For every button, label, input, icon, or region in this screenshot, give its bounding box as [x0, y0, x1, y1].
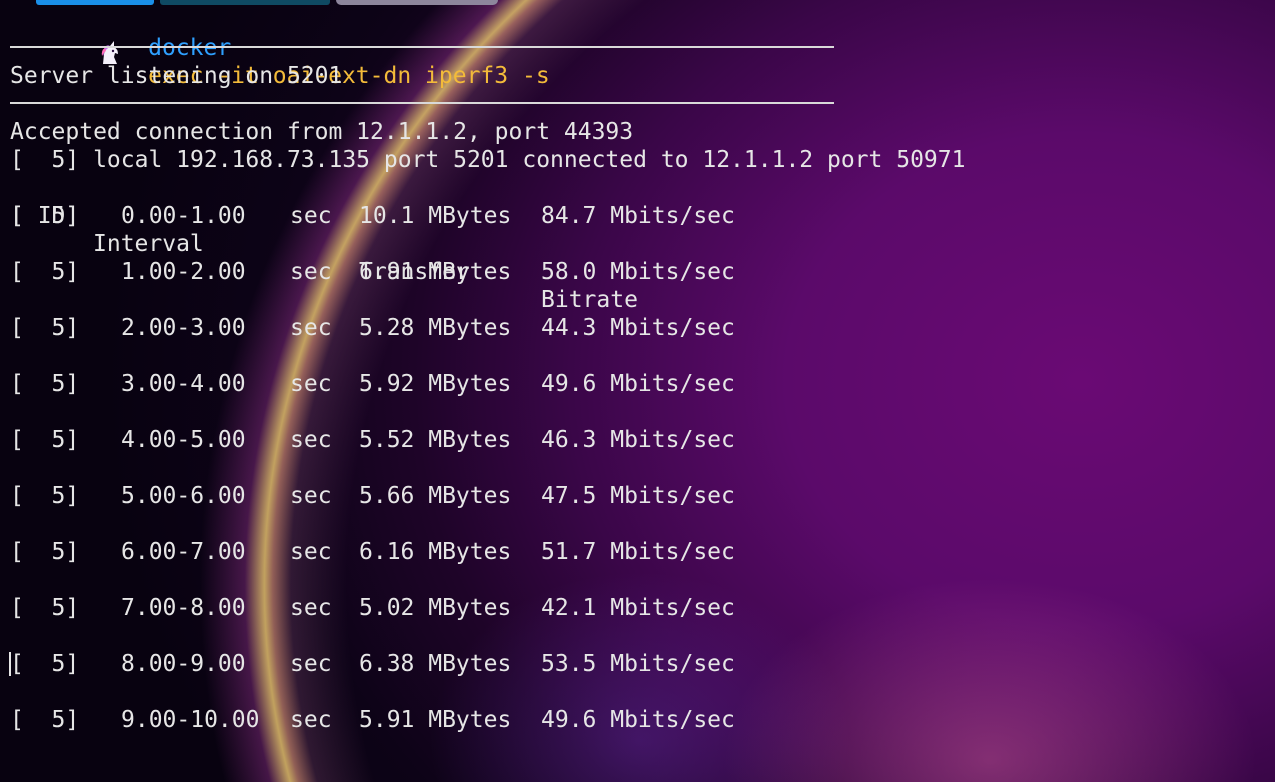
table-row: [ 5] 9.00-10.00 sec 5.91 MBytes 49.6 Mbits/s… — [10, 706, 910, 734]
header-interval: Interval — [93, 231, 204, 257]
listening-line: Server listening on 5201 — [10, 63, 343, 89]
table-row: [ 5] 1.00-2.00 sec 6.91 MBytes 58.0 Mbits/se… — [10, 258, 910, 286]
row-unit: sec — [290, 539, 332, 565]
header-bitrate: Bitrate — [541, 287, 638, 313]
row-transfer: 10.1 MBytes — [359, 203, 512, 229]
row-unit: sec — [290, 315, 332, 341]
accepted-line: Accepted connection from 12.1.1.2, port … — [10, 119, 634, 145]
row-transfer: 5.66 MBytes — [359, 483, 512, 509]
row-transfer: 6.16 MBytes — [359, 539, 512, 565]
row-id: [ 5] — [10, 371, 80, 397]
row-interval: 5.00-6.00 — [121, 483, 246, 509]
row-bitrate: 84.7 Mbits/sec — [541, 203, 735, 229]
row-transfer: 5.52 MBytes — [359, 427, 512, 453]
unicorn-icon — [14, 12, 119, 64]
row-id: [ 5] — [10, 651, 80, 677]
row-id: [ 5] — [10, 483, 80, 509]
command-name: docker — [148, 35, 232, 61]
text-cursor — [9, 652, 11, 676]
row-transfer: 5.92 MBytes — [359, 371, 512, 397]
row-bitrate: 49.6 Mbits/sec — [541, 371, 735, 397]
row-bitrate: 46.3 Mbits/sec — [541, 427, 735, 453]
row-unit: sec — [290, 707, 332, 733]
row-id: [ 5] — [10, 539, 80, 565]
row-unit: sec — [290, 371, 332, 397]
terminal-output[interactable]: docker exec -it oai-ext-dn iperf3 -s Ser… — [9, 0, 1275, 782]
row-unit: sec — [290, 203, 332, 229]
row-bitrate: 47.5 Mbits/sec — [541, 483, 735, 509]
table-header: [ ID] Interval Transfer Bitrate — [10, 174, 910, 313]
row-interval: 7.00-8.00 — [121, 595, 246, 621]
table-row: [ 5] 7.00-8.00 sec 5.02 MBytes 42.1 Mbits/se… — [10, 594, 910, 622]
row-interval: 2.00-3.00 — [121, 315, 246, 341]
row-bitrate: 44.3 Mbits/sec — [541, 315, 735, 341]
row-id: [ 5] — [10, 595, 80, 621]
row-unit: sec — [290, 483, 332, 509]
row-interval: 0.00-1.00 — [121, 203, 246, 229]
row-transfer: 5.91 MBytes — [359, 707, 512, 733]
row-bitrate: 58.0 Mbits/sec — [541, 259, 735, 285]
row-id: [ 5] — [10, 315, 80, 341]
row-bitrate: 51.7 Mbits/sec — [541, 539, 735, 565]
row-transfer: 6.38 MBytes — [359, 651, 512, 677]
row-unit: sec — [290, 259, 332, 285]
row-id: [ 5] — [10, 707, 80, 733]
row-interval: 1.00-2.00 — [121, 259, 246, 285]
row-bitrate: 49.6 Mbits/sec — [541, 707, 735, 733]
row-interval: 6.00-7.00 — [121, 539, 246, 565]
prompt-line: docker exec -it oai-ext-dn iperf3 -s — [10, 6, 550, 89]
table-row: [ 5] 3.00-4.00 sec 5.92 MBytes 49.6 Mbits/se… — [10, 370, 910, 398]
row-transfer: 5.28 MBytes — [359, 315, 512, 341]
row-unit: sec — [290, 427, 332, 453]
table-row: [ 5] 8.00-9.00 sec 6.38 MBytes 53.5 Mbits/se… — [10, 650, 910, 678]
table-row: [ 5] 0.00-1.00 sec 10.1 MBytes 84.7 Mbits/se… — [10, 202, 910, 230]
row-unit: sec — [290, 651, 332, 677]
row-interval: 3.00-4.00 — [121, 371, 246, 397]
row-id: [ 5] — [10, 259, 80, 285]
local-connection-line: [ 5] local 192.168.73.135 port 5201 conn… — [10, 147, 966, 173]
row-interval: 4.00-5.00 — [121, 427, 246, 453]
table-row: [ 5] 6.00-7.00 sec 6.16 MBytes 51.7 Mbits/se… — [10, 538, 910, 566]
row-transfer: 6.91 MBytes — [359, 259, 512, 285]
row-unit: sec — [290, 595, 332, 621]
row-id: [ 5] — [10, 427, 80, 453]
table-row: [ 5] 5.00-6.00 sec 5.66 MBytes 47.5 Mbits/se… — [10, 482, 910, 510]
row-bitrate: 42.1 Mbits/sec — [541, 595, 735, 621]
table-row: [ 5] 4.00-5.00 sec 5.52 MBytes 46.3 Mbits/se… — [10, 426, 910, 454]
row-interval: 8.00-9.00 — [121, 651, 246, 677]
row-interval: 9.00-10.00 — [121, 707, 260, 733]
divider-bottom — [10, 102, 834, 104]
divider-top — [10, 46, 834, 48]
row-transfer: 5.02 MBytes — [359, 595, 512, 621]
row-bitrate: 53.5 Mbits/sec — [541, 651, 735, 677]
table-row: [ 5] 2.00-3.00 sec 5.28 MBytes 44.3 Mbits/se… — [10, 314, 910, 342]
row-id: [ 5] — [10, 203, 80, 229]
